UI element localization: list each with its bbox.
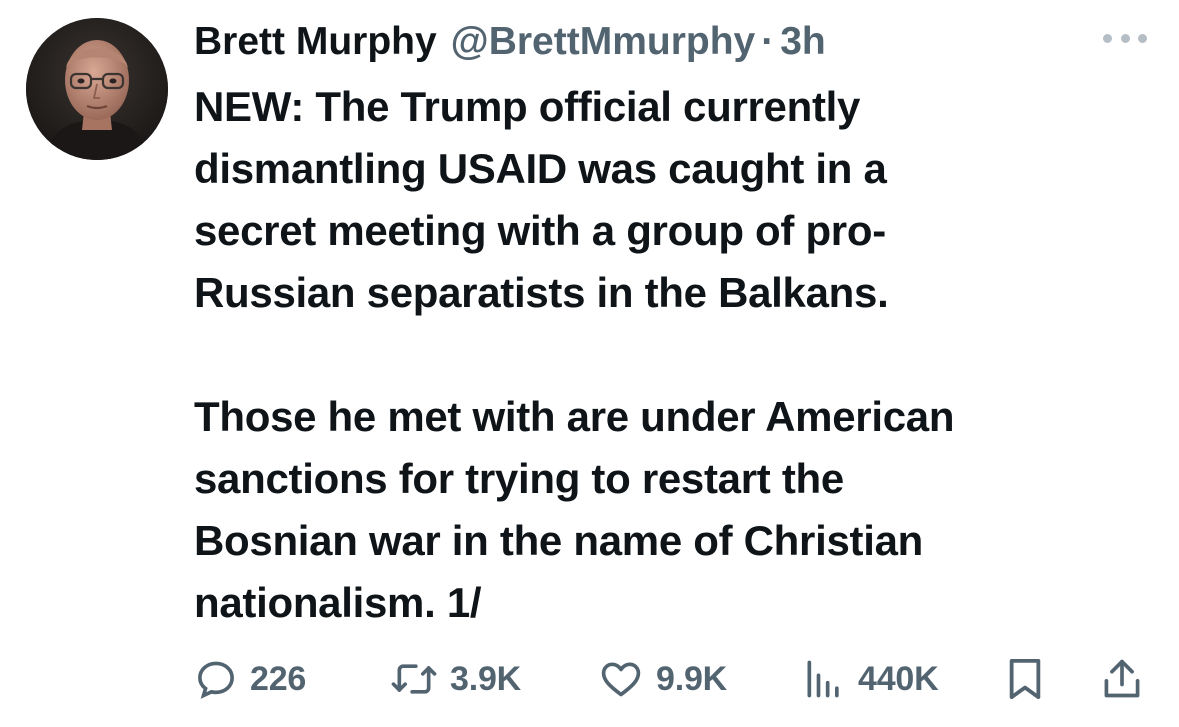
share-button[interactable] <box>1100 652 1144 706</box>
tweet-text: NEW: The Trump official currently disman… <box>194 76 1154 634</box>
separator-dot: · <box>761 20 775 63</box>
repost-count: 3.9K <box>450 659 522 698</box>
ellipsis-icon[interactable] <box>1103 30 1147 46</box>
avatar[interactable] <box>26 18 168 160</box>
view-count: 440K <box>858 659 939 698</box>
profile-photo-icon <box>26 18 168 160</box>
tweet-card: Brett Murphy @BrettMmurphy · 3h NEW: The… <box>0 0 1179 727</box>
reply-icon <box>198 661 234 699</box>
repost-icon <box>391 664 437 694</box>
repost-button[interactable]: 3.9K <box>390 652 521 706</box>
reply-count: 226 <box>250 659 307 698</box>
ellipsis-dot <box>1138 33 1147 43</box>
ellipsis-dot <box>1103 33 1112 43</box>
display-name[interactable]: Brett Murphy <box>194 14 437 70</box>
reply-button[interactable]: 226 <box>194 652 306 706</box>
timestamp[interactable]: 3h <box>780 14 826 70</box>
bookmark-icon <box>1009 658 1041 700</box>
user-handle[interactable]: @BrettMmurphy <box>451 14 756 70</box>
like-count: 9.9K <box>656 659 728 698</box>
action-bar: 226 3.9K 9.9K 440K <box>194 652 1154 706</box>
tweet-paragraph-1: NEW: The Trump official currently disman… <box>194 83 889 316</box>
heart-icon <box>601 662 641 697</box>
views-icon <box>807 660 839 698</box>
share-icon <box>1104 659 1140 698</box>
tweet-paragraph-2: Those he met with are under American san… <box>194 393 955 626</box>
tweet-header: Brett Murphy @BrettMmurphy · 3h <box>194 14 826 70</box>
bookmark-button[interactable] <box>1004 652 1046 706</box>
like-button[interactable]: 9.9K <box>598 652 727 706</box>
ellipsis-dot <box>1120 33 1130 43</box>
views-button[interactable]: 440K <box>802 652 939 706</box>
